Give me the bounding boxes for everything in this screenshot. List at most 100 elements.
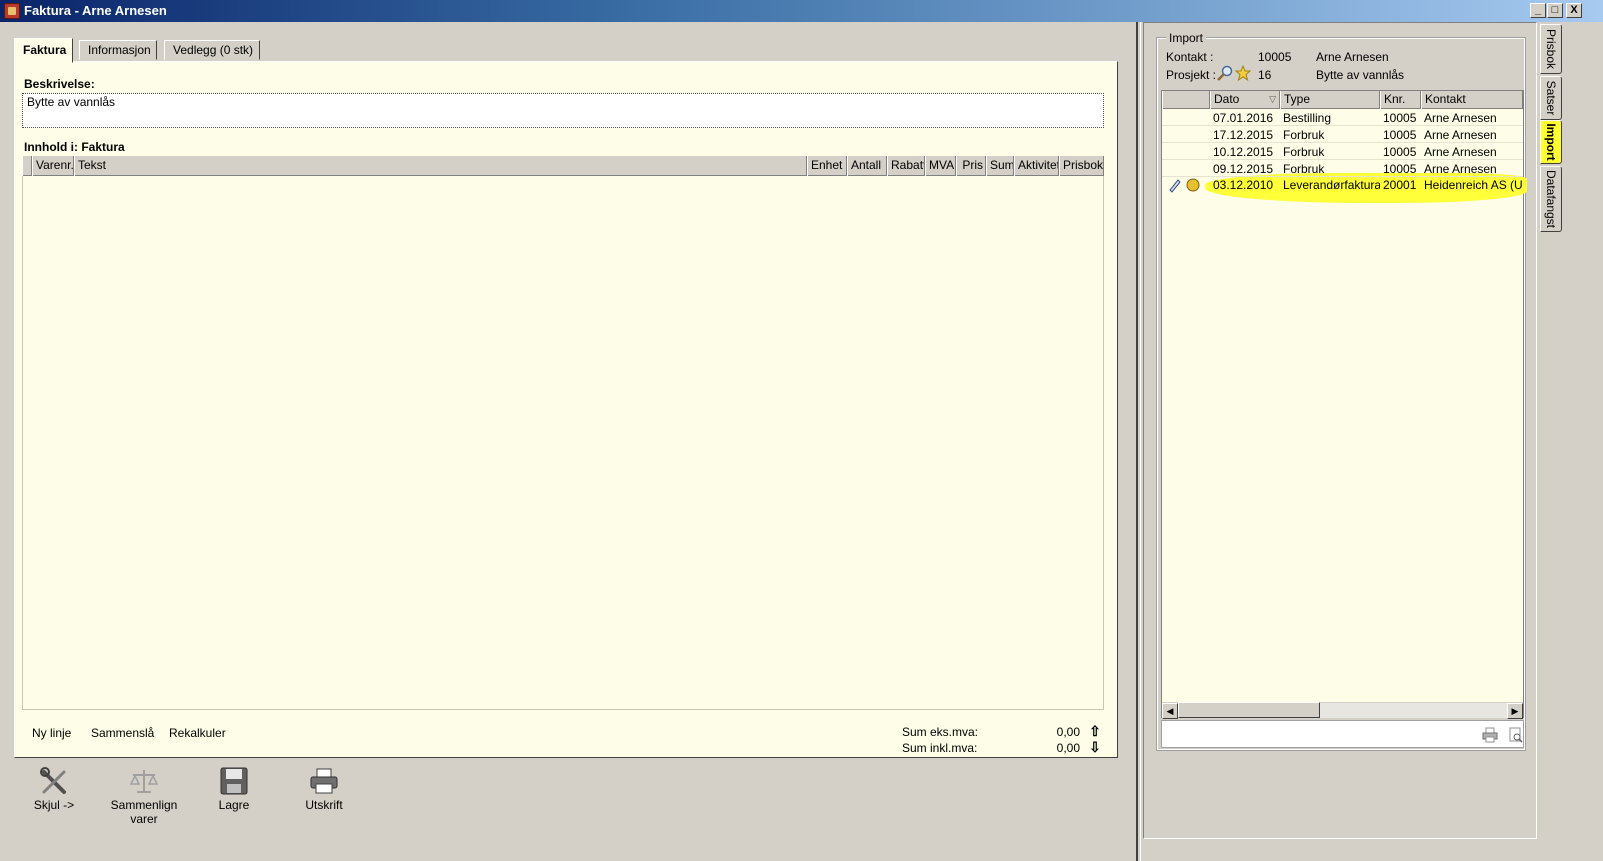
row-kontakt: Arne Arnesen [1424, 111, 1497, 125]
import-row[interactable]: 09.12.2015 Forbruk 10005 Arne Arnesen [1162, 161, 1523, 177]
col-knr[interactable]: Knr. [1380, 91, 1421, 109]
content-grid-body[interactable] [22, 176, 1104, 710]
arrow-up-icon[interactable]: ⇧ [1088, 724, 1102, 738]
sammenlign-label-2: varer [130, 812, 158, 826]
window-title: Faktura - Arne Arnesen [24, 3, 167, 18]
kontakt-label: Kontakt : [1166, 50, 1214, 64]
col-enhet[interactable]: Enhet [807, 156, 847, 176]
lagre-label: Lagre [218, 798, 250, 812]
utskrift-button[interactable]: Utskrift [284, 766, 364, 812]
app-icon [4, 3, 20, 19]
description-label: Beskrivelse: [24, 77, 95, 91]
col-pris[interactable]: Pris [956, 156, 986, 176]
import-list-footer [1161, 720, 1524, 748]
skjul-button[interactable]: Skjul -> [14, 766, 94, 812]
import-legend: Import [1166, 31, 1207, 45]
col-antall[interactable]: Antall [847, 156, 887, 176]
row-dato: 10.12.2015 [1213, 145, 1274, 159]
sammenlign-label-1: Sammenlign [110, 798, 178, 812]
search-icon[interactable] [1216, 65, 1234, 81]
sum-eks-label: Sum eks.mva: [902, 725, 979, 739]
scales-icon [129, 766, 159, 796]
prosjekt-label: Prosjekt : [1166, 68, 1217, 82]
row-dato: 07.01.2016 [1213, 111, 1274, 125]
col-varenr[interactable]: Varenr. [32, 156, 74, 176]
sammensla-link[interactable]: Sammenslå [91, 726, 154, 740]
description-field[interactable]: Bytte av vannlås [22, 93, 1104, 128]
import-row[interactable]: 10.12.2015 Forbruk 10005 Arne Arnesen [1162, 144, 1523, 160]
row-selector-header [22, 156, 32, 176]
import-row[interactable]: 17.12.2015 Forbruk 10005 Arne Arnesen [1162, 127, 1523, 143]
row-type: Forbruk [1283, 145, 1325, 159]
panel-splitter[interactable] [1136, 22, 1141, 861]
tab-faktura[interactable]: Faktura [14, 38, 73, 63]
row-type: Forbruk [1283, 162, 1325, 176]
col-dato[interactable]: Dato ▽ [1210, 91, 1280, 109]
printer-icon [309, 766, 339, 796]
side-tab-import-label: Import [1544, 123, 1558, 161]
tab-vedlegg[interactable]: Vedlegg (0 stk) [164, 40, 260, 60]
skjul-label: Skjul -> [33, 798, 75, 812]
sort-desc-icon: ▽ [1269, 94, 1276, 104]
col-prisbok[interactable]: Prisbok [1059, 156, 1104, 176]
row-knr: 10005 [1383, 162, 1417, 176]
print-icon[interactable] [1482, 727, 1498, 743]
ny-linje-link[interactable]: Ny linje [32, 726, 71, 740]
row-kontakt: Arne Arnesen [1424, 145, 1497, 159]
side-tab-prisbok[interactable]: Prisbok [1540, 24, 1562, 74]
col-dato-label: Dato [1214, 92, 1240, 106]
col-rabatt[interactable]: Rabatt [887, 156, 925, 176]
rekalkuler-link[interactable]: Rekalkuler [169, 726, 226, 740]
row-kontakt: Arne Arnesen [1424, 162, 1497, 176]
side-tab-prisbok-label: Prisbok [1544, 28, 1558, 70]
scroll-left-icon[interactable]: ◀ [1162, 703, 1178, 719]
tab-informasjon[interactable]: Informasjon [79, 40, 157, 60]
row-knr: 20001 [1383, 178, 1417, 192]
row-kontakt: Heidenreich AS (Utg [1424, 178, 1523, 192]
content-grid-header: Varenr. Tekst Enhet Antall Rabatt MVA Pr… [22, 156, 1104, 176]
row-type: Forbruk [1283, 128, 1325, 142]
close-button[interactable]: X [1566, 3, 1582, 18]
coin-icon[interactable] [1182, 177, 1200, 193]
row-kontakt: Arne Arnesen [1424, 128, 1497, 142]
minimize-button[interactable]: _ [1530, 3, 1546, 18]
scrollbar-thumb[interactable] [1178, 702, 1320, 718]
col-kontakt[interactable]: Kontakt [1421, 91, 1523, 109]
col-mva[interactable]: MVA [925, 156, 956, 176]
sammenlign-button[interactable]: Sammenlign varer [104, 766, 184, 826]
col-icons [1162, 91, 1210, 109]
tools-icon [39, 766, 69, 796]
save-icon [219, 766, 249, 796]
arrow-down-icon[interactable]: ⇩ [1088, 740, 1102, 754]
lagre-button[interactable]: Lagre [194, 766, 274, 812]
content-label: Innhold i: Faktura [24, 140, 125, 154]
scroll-right-icon[interactable]: ▶ [1507, 703, 1523, 719]
col-sum[interactable]: Sum [986, 156, 1014, 176]
import-list-header: Dato ▽ Type Knr. Kontakt [1162, 91, 1523, 109]
row-dato: 09.12.2015 [1213, 162, 1274, 176]
kontakt-name: Arne Arnesen [1316, 50, 1389, 64]
side-tab-satser[interactable]: Satser [1540, 76, 1562, 120]
row-knr: 10005 [1383, 111, 1417, 125]
utskrift-label: Utskrift [305, 798, 343, 812]
sum-inkl-label: Sum inkl.mva: [902, 741, 978, 755]
col-aktivitet[interactable]: Aktivitet [1014, 156, 1059, 176]
pencil-icon[interactable] [1164, 177, 1182, 193]
title-bar: Faktura - Arne Arnesen _ □ X [0, 0, 1603, 22]
row-dato: 17.12.2015 [1213, 128, 1274, 142]
row-dato: 03.12.2010 [1213, 178, 1274, 192]
side-tab-datafangst-label: Datafangst [1544, 169, 1558, 229]
sum-eks-value: 0,00 [1056, 725, 1080, 739]
preview-icon[interactable] [1508, 727, 1524, 743]
col-type[interactable]: Type [1280, 91, 1380, 109]
row-type: Bestilling [1283, 111, 1332, 125]
import-row-highlighted[interactable]: 03.12.2010 Leverandørfaktura 20001 Heide… [1162, 177, 1523, 193]
maximize-button[interactable]: □ [1547, 3, 1563, 18]
row-knr: 10005 [1383, 128, 1417, 142]
star-icon[interactable] [1234, 64, 1252, 82]
side-tab-satser-label: Satser [1544, 80, 1558, 116]
import-row[interactable]: 07.01.2016 Bestilling 10005 Arne Arnesen [1162, 110, 1523, 126]
side-tab-import[interactable]: Import [1540, 120, 1562, 164]
col-tekst[interactable]: Tekst [74, 156, 807, 176]
side-tab-datafangst[interactable]: Datafangst [1540, 166, 1562, 232]
